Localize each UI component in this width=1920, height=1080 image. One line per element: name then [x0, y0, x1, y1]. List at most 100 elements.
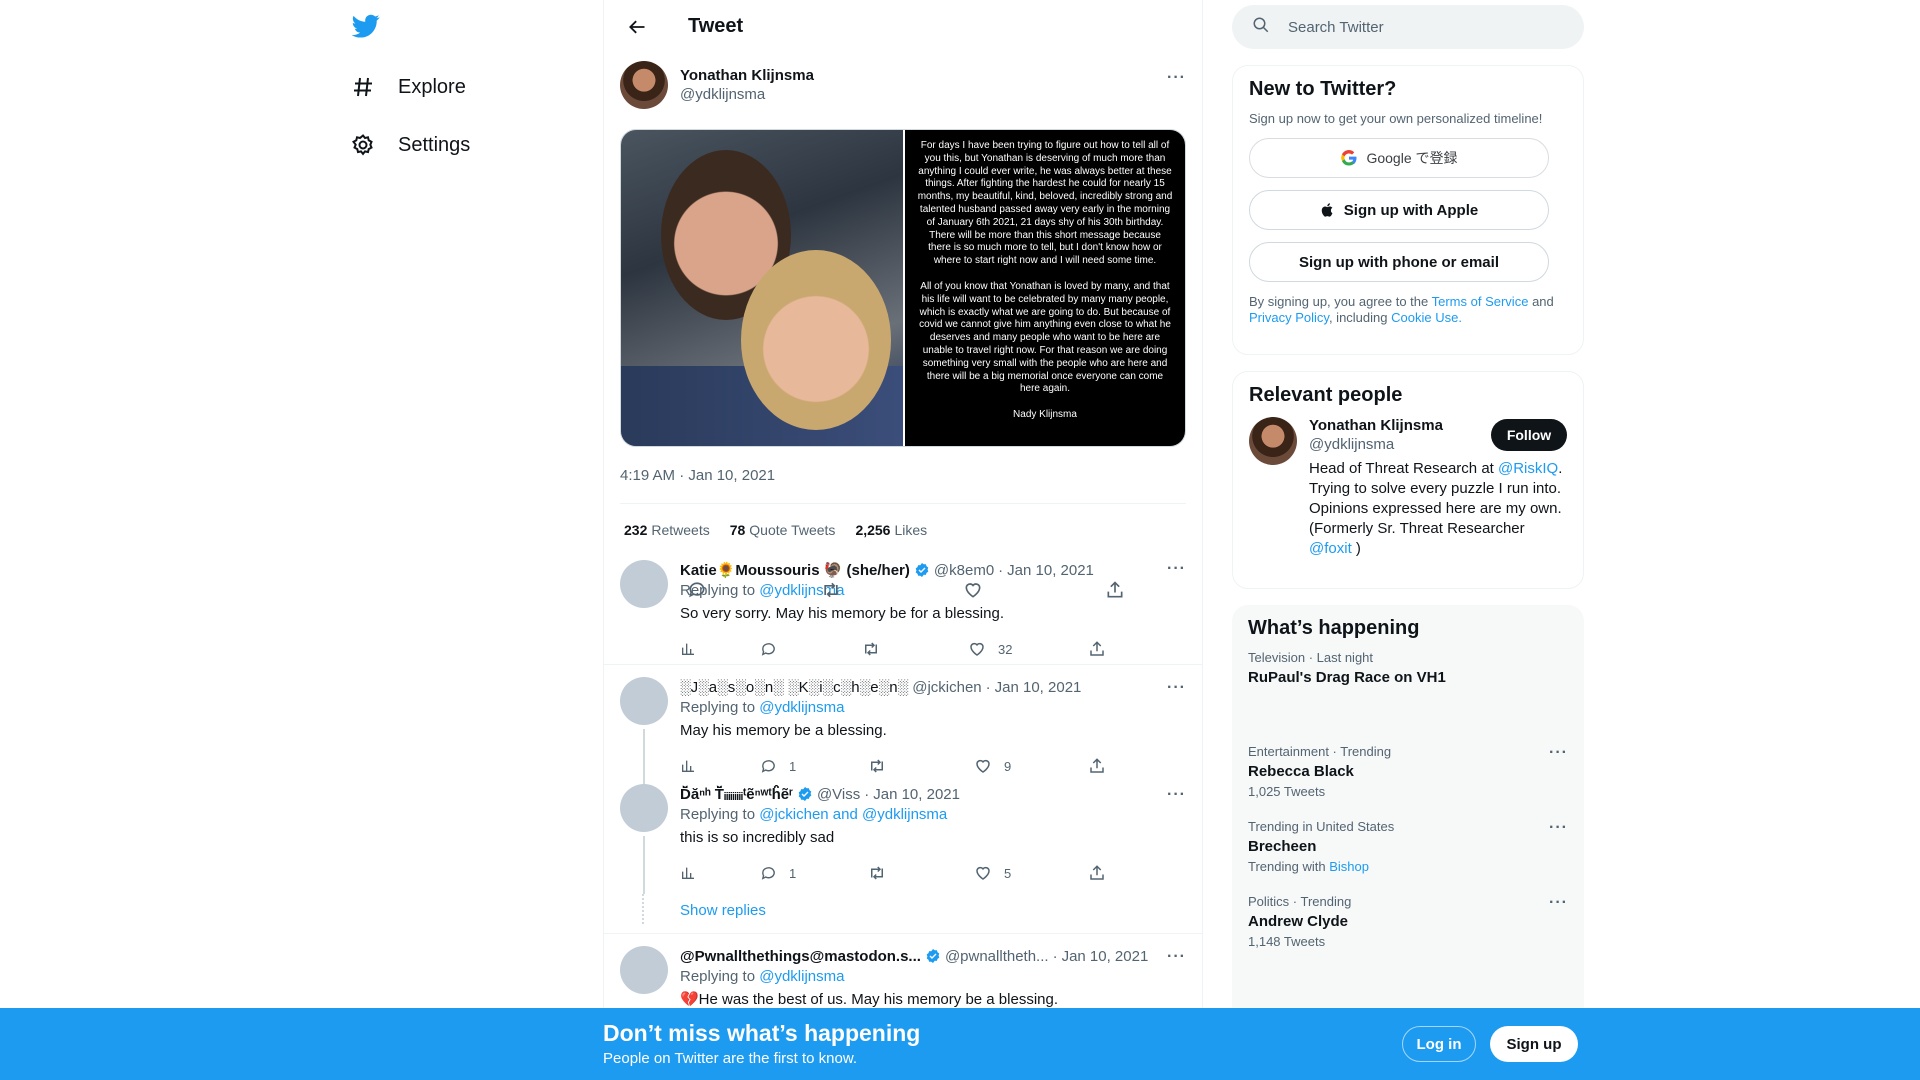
share-icon[interactable]	[1088, 864, 1106, 882]
more-options-icon[interactable]: ···	[1167, 948, 1186, 966]
reply-date[interactable]: Jan 10, 2021	[1062, 948, 1149, 965]
privacy-link[interactable]: Privacy Policy	[1249, 310, 1329, 325]
avatar[interactable]	[620, 560, 668, 608]
reply-author-name[interactable]: Ď̈ăⁿʰ Ť̈ᵢᵢᵢᵢᵢᵢᵢᵢᵢᵗẽⁿʷᵗĥ̈ẽʳ	[680, 786, 793, 803]
tweet-media[interactable]: For days I have been trying to figure ou…	[620, 129, 1186, 447]
tweet-photo[interactable]	[621, 130, 903, 446]
like-icon[interactable]: 32	[968, 640, 1012, 658]
views-icon[interactable]	[680, 758, 696, 774]
avatar[interactable]	[620, 677, 668, 725]
reply-author-handle[interactable]: @k8em0	[934, 562, 994, 579]
views-icon[interactable]	[680, 641, 696, 657]
signup-prompt-bar: Don’t miss what’s happening People on Tw…	[0, 1008, 1920, 1080]
trend-item[interactable]: Television · Last night RuPaul's Drag Ra…	[1248, 650, 1568, 736]
author-name[interactable]: Yonathan Klijnsma	[680, 67, 814, 84]
share-icon[interactable]	[1088, 640, 1106, 658]
back-arrow-icon[interactable]	[620, 10, 654, 44]
apple-signup-label: Sign up with Apple	[1343, 201, 1479, 219]
bio-link-riskiq[interactable]: @RiskIQ	[1498, 460, 1558, 477]
like-icon[interactable]	[963, 580, 983, 605]
reply-date[interactable]: Jan 10, 2021	[1007, 562, 1094, 579]
trend-name: RuPaul's Drag Race on VH1	[1248, 669, 1446, 686]
replying-to-link[interactable]: @ydklijnsma	[759, 699, 844, 716]
more-options-icon[interactable]: ···	[1167, 69, 1186, 87]
avatar[interactable]	[620, 784, 668, 832]
like-icon[interactable]: 5	[974, 864, 1011, 882]
reply-date[interactable]: Jan 10, 2021	[995, 679, 1082, 696]
trend-item[interactable]: Entertainment · Trending Rebecca Black 1…	[1248, 744, 1568, 811]
legal-prefix: By signing up, you agree to the	[1249, 294, 1429, 309]
reply-icon[interactable]: 1	[760, 865, 796, 882]
retweet-icon[interactable]	[821, 580, 841, 605]
bio-link-foxit[interactable]: @foxit	[1309, 540, 1352, 557]
reply-author-name[interactable]: ░J░a░s░o░n░ ░K░i░c░h░e░n░	[680, 679, 908, 696]
reply-tweet[interactable]: ··· Ď̈ăⁿʰ Ť̈ᵢᵢᵢᵢᵢᵢᵢᵢᵢᵗẽⁿʷᵗĥ̈ẽʳ @Viss · J…	[604, 784, 1202, 894]
more-options-icon[interactable]: ···	[1549, 744, 1568, 762]
reply-tweet[interactable]: ··· ░J░a░s░o░n░ ░K░i░c░h░e░n░ @jckichen …	[604, 665, 1202, 789]
views-icon[interactable]	[680, 865, 696, 881]
more-options-icon[interactable]: ···	[1167, 786, 1186, 804]
reply-author-name[interactable]: Katie🌻Moussouris 🦃 (she/her)	[680, 561, 910, 579]
tweet-detail-column: Tweet Yonathan Klijnsma @ydklijnsma ··· …	[603, 0, 1203, 1080]
more-options-icon[interactable]: ···	[1167, 679, 1186, 697]
tweet-timestamp[interactable]: 4:19 AM · Jan 10, 2021	[620, 467, 1186, 487]
nav-explore-label: Explore	[398, 75, 466, 98]
reply-author-handle[interactable]: @Viss	[817, 786, 860, 803]
retweet-icon[interactable]	[868, 864, 898, 882]
nav-settings[interactable]: Settings	[350, 120, 470, 170]
apple-signup-button[interactable]: Sign up with Apple	[1249, 190, 1549, 230]
replying-to-link[interactable]: @ydklijnsma	[759, 968, 844, 985]
replying-to: Replying to @jckichen and @ydklijnsma	[680, 806, 1186, 826]
image-signature: Nady Klijnsma	[1013, 409, 1077, 421]
more-options-icon[interactable]: ···	[1167, 560, 1186, 578]
terms-link[interactable]: Terms of Service	[1432, 294, 1529, 309]
reply-icon[interactable]	[760, 641, 789, 658]
reply-author-handle[interactable]: @pwnalltheth...	[945, 948, 1049, 965]
image-paragraph-2: All of you know that Yonathan is loved b…	[919, 280, 1171, 395]
show-replies-link[interactable]: Show replies	[604, 894, 1202, 934]
trend-item[interactable]: Politics · Trending Andrew Clyde 1,148 T…	[1248, 894, 1568, 961]
reply-author-handle[interactable]: @jckichen	[912, 679, 981, 696]
retweets-stat[interactable]: 232 Retweets	[624, 522, 710, 538]
avatar[interactable]	[620, 946, 668, 994]
more-options-icon[interactable]: ···	[1549, 894, 1568, 912]
google-signup-button[interactable]: Google で登録	[1249, 138, 1549, 178]
quote-tweets-stat[interactable]: 78 Quote Tweets	[730, 522, 836, 538]
trend-related-link[interactable]: Bishop	[1329, 859, 1369, 874]
avatar[interactable]	[620, 61, 668, 109]
signup-legal-text: By signing up, you agree to the Terms of…	[1249, 294, 1567, 326]
reply-icon[interactable]	[687, 580, 707, 605]
phone-email-signup-button[interactable]: Sign up with phone or email	[1249, 242, 1549, 282]
signup-card-title: New to Twitter?	[1249, 78, 1397, 100]
like-icon[interactable]: 9	[974, 757, 1011, 775]
retweet-icon[interactable]	[868, 757, 898, 775]
share-icon[interactable]	[1088, 757, 1106, 775]
reply-text: May his memory be a blessing.	[680, 722, 887, 739]
more-options-icon[interactable]: ···	[1549, 819, 1568, 837]
likes-stat[interactable]: 2,256 Likes	[855, 522, 927, 538]
trend-item[interactable]: Trending in United States Brecheen Trend…	[1248, 819, 1568, 886]
signup-button[interactable]: Sign up	[1490, 1026, 1578, 1062]
reply-date[interactable]: Jan 10, 2021	[873, 786, 960, 803]
replying-to-link[interactable]: @jckichen and @ydklijnsma	[759, 806, 947, 823]
search-input[interactable]: Search Twitter	[1232, 5, 1584, 49]
author-handle[interactable]: @ydklijnsma	[680, 86, 814, 103]
reply-text: So very sorry. May his memory be for a b…	[680, 605, 1004, 622]
login-button[interactable]: Log in	[1402, 1026, 1476, 1062]
follow-button[interactable]: Follow	[1491, 419, 1567, 451]
reply-author-name[interactable]: @Pwnallthethings@mastodon.s...	[680, 948, 921, 965]
search-icon	[1252, 16, 1270, 39]
nav-explore[interactable]: Explore	[350, 62, 466, 112]
tweet-text-image[interactable]: For days I have been trying to figure ou…	[905, 130, 1185, 446]
person-bio: Head of Threat Research at @RiskIQ. Tryi…	[1309, 459, 1564, 559]
cookie-link[interactable]: Cookie Use.	[1391, 310, 1462, 325]
relevant-person[interactable]: Yonathan Klijnsma @ydklijnsma Head of Th…	[1249, 417, 1567, 559]
reply-tweet[interactable]: ··· Katie🌻Moussouris 🦃 (she/her) @k8em0 …	[604, 556, 1202, 665]
share-icon[interactable]	[1105, 580, 1125, 605]
reply-icon[interactable]: 1	[760, 758, 796, 775]
reply-text: this is so incredibly sad	[680, 829, 835, 846]
retweet-icon[interactable]	[862, 640, 892, 658]
avatar[interactable]	[1249, 417, 1297, 465]
twitter-logo-icon[interactable]	[351, 12, 384, 44]
like-count: 9	[1004, 758, 1012, 774]
